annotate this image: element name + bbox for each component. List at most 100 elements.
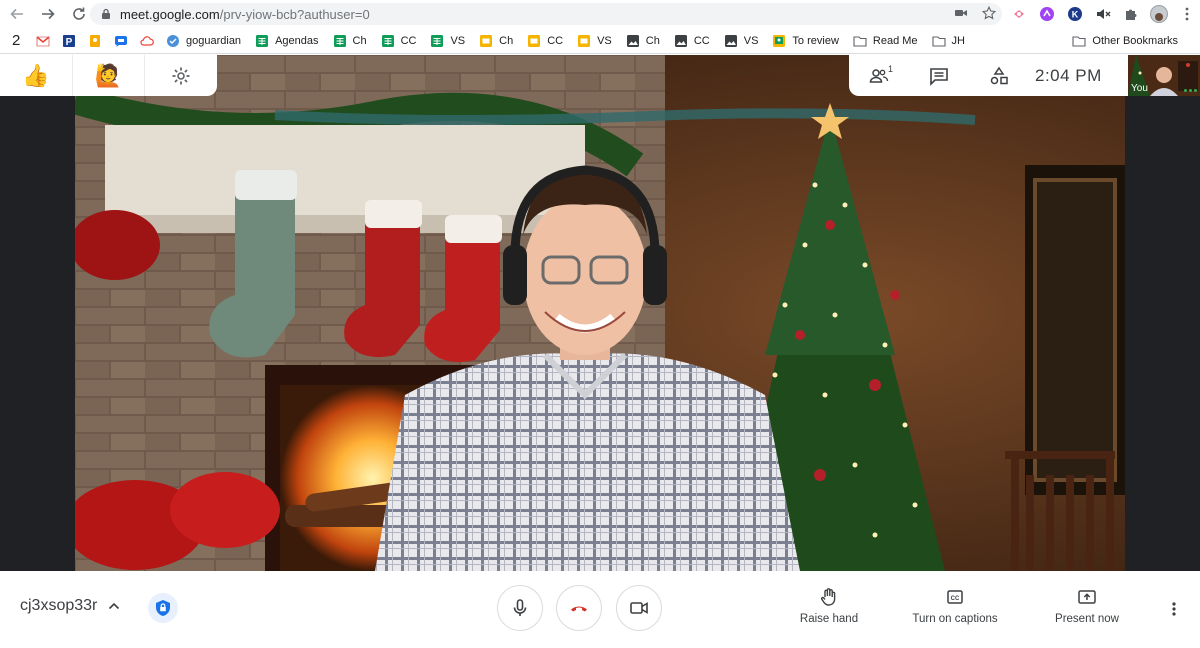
raise-hand-emoji-icon[interactable]: 🙋: [72, 55, 144, 96]
present-now-label: Present now: [1055, 613, 1119, 625]
svg-text:K: K: [1072, 10, 1079, 20]
chat-button[interactable]: [909, 55, 969, 96]
mute-icon[interactable]: [1094, 5, 1112, 23]
video-stage: [0, 55, 1200, 571]
bookmark-label: Read Me: [872, 34, 918, 47]
bookmark-item[interactable]: goguardian: [162, 30, 245, 52]
camera-button[interactable]: [616, 585, 662, 631]
folder-icon: [1072, 34, 1086, 48]
bookmark-item[interactable]: VS: [720, 30, 763, 52]
bookmark-item[interactable]: Ch: [622, 30, 664, 52]
people-button[interactable]: 1: [849, 55, 909, 96]
other-bookmarks-label: Other Bookmarks: [1092, 35, 1178, 47]
main-video: [75, 55, 1125, 571]
svg-text:P: P: [66, 37, 73, 48]
image-icon: [724, 34, 738, 48]
bookmark-item[interactable]: CC: [670, 30, 714, 52]
puzzle-icon[interactable]: [1122, 5, 1140, 23]
reload-button[interactable]: [66, 1, 92, 27]
bookmark-item[interactable]: Ch: [475, 30, 517, 52]
folder-icon: [931, 34, 946, 48]
bookmark-label: VS: [743, 34, 759, 47]
folder-icon: [853, 34, 867, 48]
bookmark-item[interactable]: Ch: [329, 30, 371, 52]
slides-icon: [479, 34, 493, 48]
bookmark-item[interactable]: [84, 30, 106, 52]
meeting-details-button[interactable]: cj3xsop33r: [20, 597, 121, 615]
bookmark-item[interactable]: Read Me: [849, 30, 922, 52]
thumbs-up-icon[interactable]: 👍: [0, 55, 72, 96]
kebab-icon: [1172, 602, 1176, 616]
camera-icon: [630, 602, 648, 614]
more-options-button[interactable]: [1162, 597, 1186, 621]
self-view-label: You: [1131, 83, 1148, 94]
present-now-button[interactable]: Present now: [1048, 587, 1126, 625]
participant-video: [75, 55, 1125, 571]
bookmark-item[interactable]: [110, 30, 132, 52]
host-controls-button[interactable]: [148, 593, 178, 623]
bookmark-item[interactable]: JH: [928, 30, 969, 52]
bookmark-star-icon[interactable]: [981, 5, 997, 25]
bottom-control-bar: cj3xsop33r Raise hand CC Turn on caption…: [0, 571, 1200, 648]
bookmark-item[interactable]: [136, 30, 158, 52]
magnet-icon[interactable]: [1038, 5, 1056, 23]
meeting-clock: 2:04 PM: [1035, 65, 1102, 85]
classroom-icon: [772, 34, 786, 48]
bookmark-item[interactable]: [32, 30, 54, 52]
other-bookmarks[interactable]: Other Bookmarks: [1068, 30, 1182, 52]
bookmark-item[interactable]: CC: [377, 30, 421, 52]
profile-avatar[interactable]: [1150, 5, 1168, 23]
bookmark-label: Agendas: [275, 34, 319, 47]
bookmark-item[interactable]: Agendas: [251, 30, 322, 52]
bookmark-label: Ch: [352, 34, 367, 47]
extensions-area: K: [1010, 4, 1196, 24]
airtable-icon[interactable]: [1010, 5, 1028, 23]
raise-hand-button[interactable]: Raise hand: [790, 587, 868, 625]
bookmark-item[interactable]: CC: [523, 30, 567, 52]
gmail-icon: [36, 34, 50, 48]
sheets-icon: [381, 34, 395, 48]
microphone-button[interactable]: [497, 585, 543, 631]
arrow-right-icon: [42, 8, 55, 20]
people-icon: [869, 68, 889, 83]
activities-button[interactable]: [969, 55, 1029, 96]
bookmark-label: JH: [951, 34, 965, 47]
svg-text:CC: CC: [951, 596, 960, 602]
chevron-up-icon: [109, 602, 120, 610]
url-path: /prv-yiow-bcb?authuser=0: [219, 6, 370, 22]
raise-hand-label: Raise hand: [799, 613, 859, 625]
address-bar[interactable]: meet.google.com /prv-yiow-bcb?authuser=0: [90, 3, 1002, 25]
image-icon: [674, 34, 688, 48]
bookmark-item[interactable]: P: [58, 30, 80, 52]
back-button[interactable]: [4, 1, 30, 27]
screen: meet.google.com /prv-yiow-bcb?authuser=0…: [0, 0, 1200, 648]
browser-toolbar: meet.google.com /prv-yiow-bcb?authuser=0…: [0, 0, 1200, 28]
bookmark-item[interactable]: To review: [768, 30, 842, 52]
chat-icon: [114, 34, 128, 48]
bookmark-label: Ch: [645, 34, 660, 47]
kebab-icon[interactable]: [1178, 5, 1196, 23]
image-icon: [626, 34, 640, 48]
captions-button[interactable]: CC Turn on captions: [906, 587, 1004, 625]
people-count: 1: [887, 64, 893, 74]
end-call-button[interactable]: [556, 585, 602, 631]
arrow-left-icon: [10, 8, 23, 20]
cloud-icon: [140, 34, 154, 48]
forward-button[interactable]: [35, 1, 61, 27]
bookmark-item[interactable]: VS: [573, 30, 616, 52]
p-icon: P: [62, 34, 76, 48]
settings-button[interactable]: [144, 55, 216, 96]
bookmark-label: To review: [792, 34, 839, 47]
more-options-icon[interactable]: [1184, 89, 1197, 92]
reactions-bar: 👍 🙋: [0, 55, 217, 96]
bookmark-label: CC: [400, 34, 417, 47]
goguardian-icon: [166, 34, 180, 48]
k-icon[interactable]: K: [1066, 5, 1084, 23]
hand-icon: [821, 588, 836, 606]
camera-in-use-icon[interactable]: [954, 6, 968, 25]
captions-label: Turn on captions: [912, 613, 998, 625]
meeting-toolbar: 1 2:04 PM: [849, 55, 1128, 96]
bookmark-item[interactable]: VS: [426, 30, 469, 52]
self-view-tile[interactable]: You: [1128, 55, 1200, 96]
sheets-icon: [333, 34, 347, 48]
